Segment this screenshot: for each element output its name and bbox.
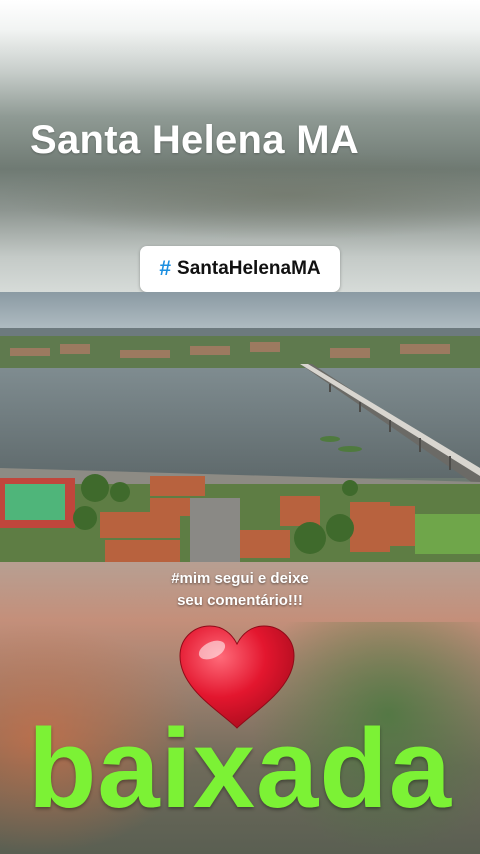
baixada-text: baixada [27,706,453,831]
story-title: Santa Helena MA [30,118,360,162]
hashtag-sticker[interactable]: # SantaHelenaMA [140,246,340,292]
aerial-photo [0,292,480,562]
hash-icon: # [159,257,172,280]
hashtag-text: SantaHelenaMA [177,258,321,279]
caption-line-2: seu comentário!!! [177,592,303,609]
story-caption: #mim segui e deixe seu comentário!!! [0,568,480,612]
caption-line-1: #mim segui e deixe [171,570,309,587]
